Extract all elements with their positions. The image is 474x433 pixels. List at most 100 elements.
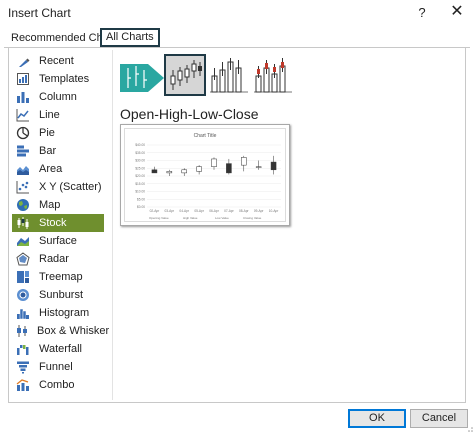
- radar-chart-icon: [15, 252, 31, 266]
- category-histogram[interactable]: Histogram: [12, 304, 104, 322]
- combo-chart-icon: [15, 378, 31, 392]
- subtype-volume-open-high-low-close[interactable]: [252, 54, 294, 96]
- category-recent[interactable]: Recent: [12, 52, 104, 70]
- category-label: Surface: [39, 235, 77, 247]
- x-tick-label: 02-Apr: [150, 209, 161, 213]
- category-area[interactable]: Area: [12, 160, 104, 178]
- high-low-close-icon: [120, 64, 164, 92]
- x-tick-label: 04-Apr: [179, 209, 190, 213]
- category-label: Pie: [39, 127, 55, 139]
- waterfall-chart-icon: [15, 342, 31, 356]
- y-tick-label: $10.00: [135, 190, 145, 194]
- tab-all-charts[interactable]: All Charts: [100, 28, 160, 47]
- x-tick-label: 08-Apr: [239, 209, 250, 213]
- preview-ohlc-chart: $40.00 $35.00 $30.00 $25.00 $20.00 $15.00 $10.…: [135, 143, 281, 220]
- y-tick-label: $30.00: [135, 159, 145, 163]
- funnel-chart-icon: [15, 360, 31, 374]
- x-tick-label: 09-Apr: [254, 209, 265, 213]
- dialog-title: Insert Chart: [8, 6, 71, 20]
- category-radar[interactable]: Radar: [12, 250, 104, 268]
- y-tick-label: $40.00: [135, 143, 145, 147]
- category-label: Stock: [39, 217, 67, 229]
- x-tick-label: 07-Apr: [224, 209, 235, 213]
- category-map[interactable]: Map: [12, 196, 104, 214]
- x-tick-label: 03-Apr: [165, 209, 176, 213]
- category-label: Funnel: [39, 361, 73, 373]
- category-label: Sunburst: [39, 289, 84, 301]
- subtype-open-high-low-close[interactable]: [164, 54, 206, 96]
- category-waterfall[interactable]: Waterfall: [12, 340, 104, 358]
- candle-body: [151, 169, 158, 174]
- category-label: Map: [39, 199, 61, 211]
- category-label: X Y (Scatter): [39, 181, 102, 193]
- surface-chart-icon: [15, 234, 31, 248]
- category-sunburst[interactable]: Sunburst: [12, 286, 104, 304]
- category-label: Bar: [39, 145, 57, 157]
- bar-chart-icon: [15, 144, 31, 158]
- recent-icon: [15, 54, 31, 68]
- category-funnel[interactable]: Funnel: [12, 358, 104, 376]
- y-tick-label: $5.00: [137, 197, 145, 201]
- category-templates[interactable]: Templates: [12, 70, 104, 88]
- category-label: Treemap: [39, 271, 83, 283]
- column-chart-icon: [15, 90, 31, 104]
- x-tick-label: 05-Apr: [194, 209, 205, 213]
- x-tick-label: 10-Apr: [269, 209, 280, 213]
- ok-button[interactable]: OK: [348, 409, 406, 428]
- candle-body: [226, 163, 232, 174]
- chart-preview[interactable]: Chart Title $40.00 $35.00 $30.00 $25.00 $20.…: [120, 124, 290, 226]
- category-scatter[interactable]: X Y (Scatter): [12, 178, 104, 196]
- category-line[interactable]: Line: [12, 106, 104, 124]
- y-tick-label: $20.00: [135, 174, 145, 178]
- category-surface[interactable]: Surface: [12, 232, 104, 250]
- category-label: Column: [39, 91, 77, 103]
- y-tick-label: $35.00: [135, 151, 145, 155]
- category-pie[interactable]: Pie: [12, 124, 104, 142]
- histogram-chart-icon: [15, 306, 31, 320]
- category-stock[interactable]: Stock: [12, 214, 104, 232]
- stock-chart-icon: [15, 216, 31, 230]
- x-tick-label: 06-Apr: [209, 209, 220, 213]
- candle-body: [196, 166, 202, 172]
- scatter-chart-icon: [15, 180, 31, 194]
- title-bar: Insert Chart ? ✕: [0, 0, 474, 28]
- cancel-button[interactable]: Cancel: [410, 409, 468, 428]
- pie-chart-icon: [15, 126, 31, 140]
- category-column[interactable]: Column: [12, 88, 104, 106]
- subtype-high-low-close[interactable]: [120, 54, 164, 96]
- help-button[interactable]: ?: [414, 5, 430, 21]
- pane-divider: [112, 50, 113, 400]
- category-label: Waterfall: [39, 343, 82, 355]
- category-label: Recent: [39, 55, 74, 67]
- close-button[interactable]: ✕: [448, 3, 466, 21]
- line-chart-icon: [15, 108, 31, 122]
- candle-body: [270, 161, 277, 171]
- category-label: Area: [39, 163, 63, 175]
- candle-body: [166, 171, 173, 174]
- category-box-whisker[interactable]: Box & Whisker: [12, 322, 109, 340]
- templates-icon: [15, 72, 31, 86]
- volume-open-high-low-close-icon: [254, 58, 292, 93]
- open-high-low-close-icon: [170, 60, 202, 90]
- tab-strip: Recommended Charts All Charts: [0, 28, 474, 48]
- category-label: Templates: [39, 73, 90, 85]
- resize-grip-icon[interactable]: [465, 424, 473, 432]
- candle-body: [241, 157, 247, 166]
- legend-entry: Low Value: [215, 216, 229, 220]
- category-bar[interactable]: Bar: [12, 142, 104, 160]
- subtype-volume-high-low-close[interactable]: [208, 54, 250, 96]
- chart-subtype-name: Open-High-Low-Close: [120, 106, 259, 122]
- y-tick-label: $15.00: [135, 182, 145, 186]
- sunburst-chart-icon: [15, 288, 31, 302]
- y-tick-label: $25.00: [135, 166, 145, 170]
- legend-entry: Closing Value: [243, 216, 262, 220]
- legend-entry: Opening Value: [149, 216, 169, 220]
- category-label: Line: [39, 109, 60, 121]
- box-whisker-chart-icon: [15, 324, 29, 338]
- candle-body: [255, 166, 262, 168]
- area-chart-icon: [15, 162, 31, 176]
- category-treemap[interactable]: Treemap: [12, 268, 104, 286]
- category-label: Combo: [39, 379, 75, 391]
- category-label: Radar: [39, 253, 69, 265]
- category-combo[interactable]: Combo: [12, 376, 104, 394]
